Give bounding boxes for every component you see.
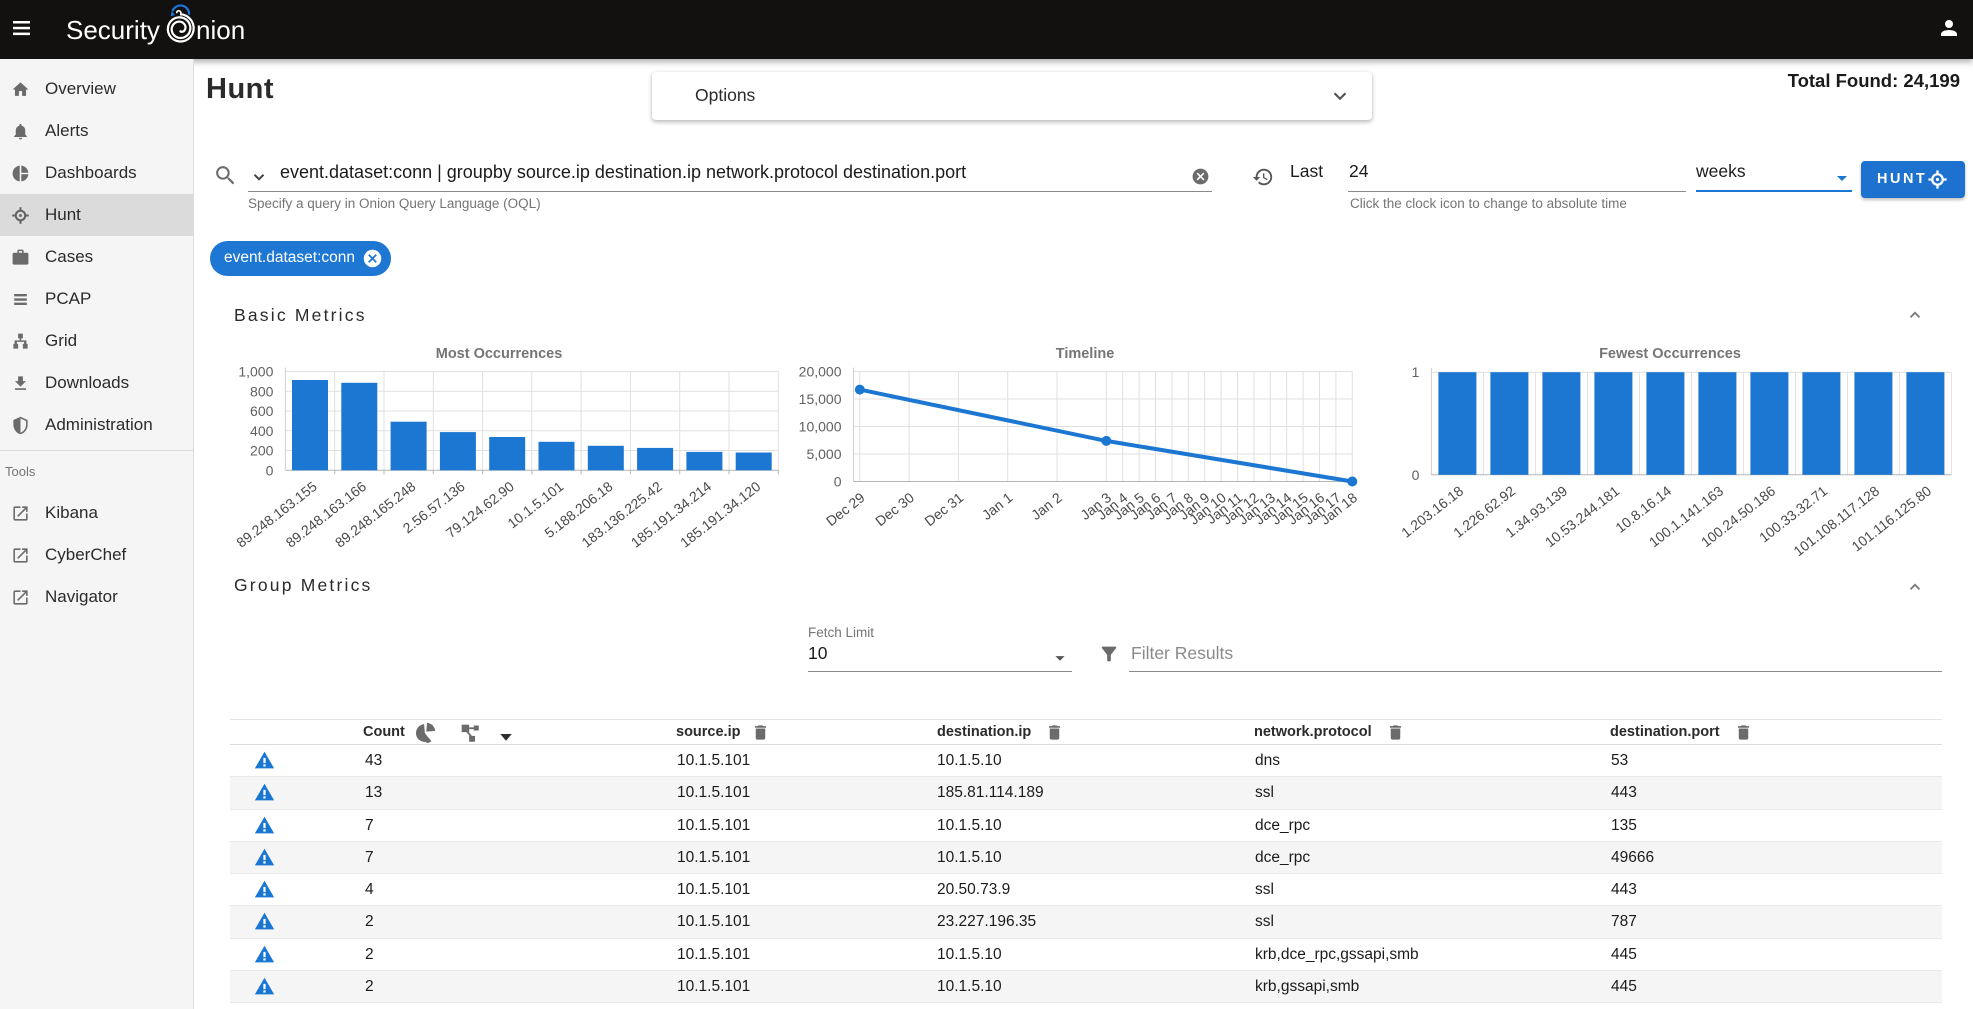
svg-text:600: 600 (250, 403, 274, 419)
svg-text:400: 400 (250, 423, 274, 439)
svg-text:15,000: 15,000 (799, 391, 842, 407)
svg-text:1,000: 1,000 (238, 364, 273, 380)
svg-text:Dec 30: Dec 30 (872, 489, 917, 529)
svg-text:Jan 1: Jan 1 (979, 489, 1016, 523)
svg-text:0: 0 (266, 462, 274, 478)
svg-text:Dec 31: Dec 31 (921, 489, 966, 529)
svg-text:800: 800 (250, 383, 274, 399)
svg-text:0: 0 (834, 474, 842, 490)
svg-text:89.248.163.155: 89.248.163.155 (233, 478, 320, 551)
svg-text:101.108.117.128: 101.108.117.128 (1790, 482, 1882, 559)
svg-text:200: 200 (250, 443, 274, 459)
svg-text:Most Occurrences: Most Occurrences (436, 346, 563, 362)
svg-text:5,000: 5,000 (806, 446, 841, 462)
svg-text:1: 1 (1412, 364, 1420, 380)
svg-text:Dec 29: Dec 29 (823, 489, 868, 529)
svg-text:Fewest Occurrences: Fewest Occurrences (1599, 346, 1741, 362)
svg-text:20,000: 20,000 (799, 364, 842, 380)
svg-text:10,000: 10,000 (799, 419, 842, 435)
svg-text:Timeline: Timeline (1056, 346, 1115, 362)
svg-text:0: 0 (1412, 467, 1420, 483)
svg-text:Jan 2: Jan 2 (1028, 489, 1065, 523)
